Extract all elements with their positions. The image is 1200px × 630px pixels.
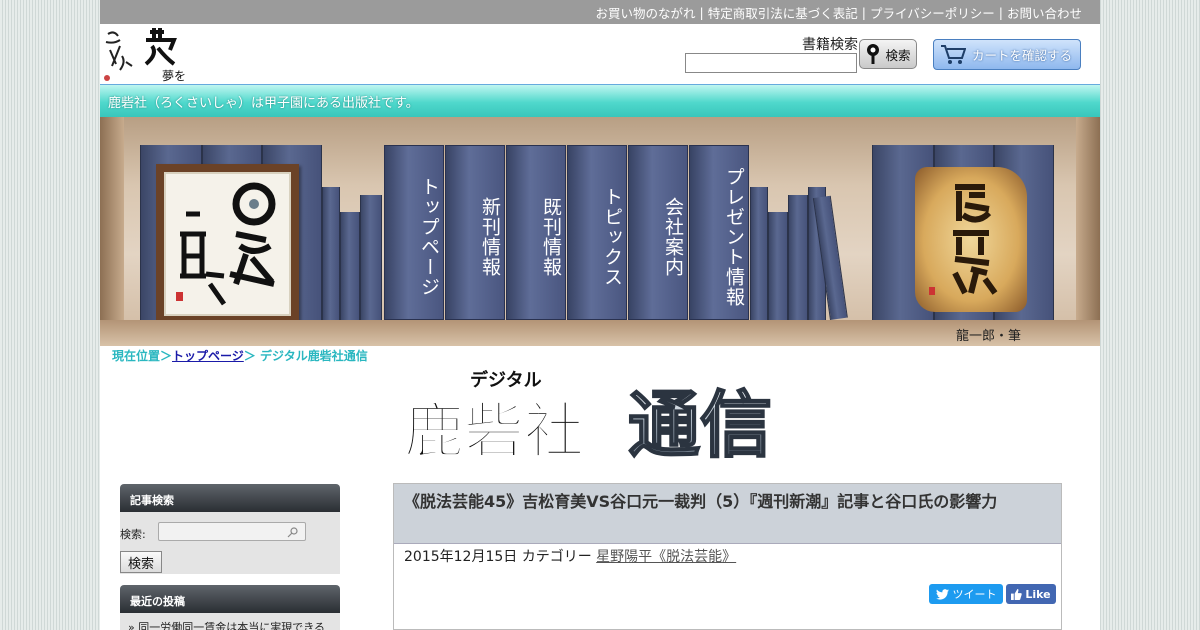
plaque-calligraphy-icon bbox=[929, 184, 998, 295]
shelf-side-right bbox=[1076, 117, 1100, 346]
book-search-button[interactable]: 検索 bbox=[859, 39, 917, 69]
calligrapher-credit: 龍一郎・筆 bbox=[956, 329, 1022, 344]
separator: | bbox=[699, 4, 704, 20]
shelf-side-left bbox=[100, 117, 124, 346]
book-search-input[interactable] bbox=[685, 53, 857, 73]
article-meta: 2015年12月15日 カテゴリー 星野陽平《脱法芸能》 bbox=[394, 544, 1061, 568]
article-category-label: カテゴリー bbox=[521, 549, 592, 565]
svg-text:鹿砦社: 鹿砦社 bbox=[404, 397, 584, 467]
article-card: 《脱法芸能45》吉松育美VS谷口元一裁判（5）『週刊新潮』記事と谷口氏の影響力 … bbox=[393, 483, 1062, 630]
breadcrumb-current: デジタル鹿砦社通信 bbox=[259, 349, 368, 363]
recent-post-link[interactable]: » 同一労働同一賃金は本当に実現できる bbox=[128, 619, 328, 630]
calligraphy-artwork-icon bbox=[176, 182, 276, 306]
separator: | bbox=[998, 4, 1003, 20]
top-utility-bar: お買い物のながれ | 特定商取引法に基づく表記 | プライバシーポリシー | お… bbox=[100, 0, 1100, 24]
sidebar-search-input[interactable] bbox=[158, 522, 306, 541]
view-cart-button[interactable]: カートを確認する bbox=[933, 39, 1081, 70]
like-label: Like bbox=[1025, 587, 1051, 601]
decor-book bbox=[360, 195, 382, 320]
book-search-label: 書籍検索 bbox=[802, 37, 858, 53]
shelf-board bbox=[100, 320, 1100, 346]
breadcrumb-separator: ＞ bbox=[243, 349, 256, 363]
svg-text:デジタル: デジタル bbox=[470, 369, 542, 391]
nav-backlist[interactable]: 既刊情報 bbox=[506, 145, 566, 320]
link-contact[interactable]: お問い合わせ bbox=[1007, 3, 1082, 22]
nav-present-info[interactable]: プレゼント情報 bbox=[689, 145, 749, 320]
link-shopping-flow[interactable]: お買い物のながれ bbox=[596, 3, 696, 22]
header: 夢を 書籍検索 検索 カートを確認する bbox=[100, 24, 1100, 84]
decor-book bbox=[788, 195, 808, 320]
calligraphy-paper bbox=[164, 172, 291, 316]
digital-rokusaisha-tsushin-banner: デジタル 鹿砦社 通信 bbox=[403, 369, 773, 467]
decor-book bbox=[322, 187, 340, 320]
calligraphy-logo[interactable]: 夢を bbox=[102, 26, 192, 84]
tweet-label: ツイート bbox=[952, 588, 997, 601]
decor-book bbox=[768, 212, 788, 320]
svg-text:夢を: 夢を bbox=[162, 69, 186, 83]
svg-text:通信: 通信 bbox=[628, 383, 772, 467]
wooden-name-plaque bbox=[915, 167, 1027, 312]
facebook-like-button[interactable]: Like bbox=[1006, 584, 1056, 604]
article-date: 2015年12月15日 bbox=[404, 549, 518, 565]
nav-new-releases[interactable]: 新刊情報 bbox=[445, 145, 505, 320]
article-title[interactable]: 《脱法芸能45》吉松育美VS谷口元一裁判（5）『週刊新潮』記事と谷口氏の影響力 bbox=[394, 484, 1061, 544]
tweet-button[interactable]: ツイート bbox=[929, 584, 1003, 604]
sidebar-search-button[interactable]: 検索 bbox=[120, 551, 162, 573]
nav-topics[interactable]: トピックス bbox=[567, 145, 627, 320]
link-legal-notice[interactable]: 特定商取引法に基づく表記 bbox=[708, 3, 858, 22]
nav-company-info[interactable]: 会社案内 bbox=[628, 145, 688, 320]
search-icon bbox=[287, 527, 298, 538]
book-search-button-label: 検索 bbox=[885, 47, 911, 63]
decor-book bbox=[340, 212, 360, 320]
site-tagline: 鹿砦社（ろくさいしゃ）は甲子園にある出版社です。 bbox=[100, 84, 1100, 117]
page: お買い物のながれ | 特定商取引法に基づく表記 | プライバシーポリシー | お… bbox=[100, 0, 1100, 630]
separator: | bbox=[861, 4, 866, 20]
framed-calligraphy bbox=[156, 164, 299, 324]
decor-book bbox=[750, 187, 768, 320]
shopping-cart-icon bbox=[941, 44, 966, 64]
thumbs-up-icon bbox=[1011, 588, 1023, 600]
breadcrumb-prefix: 現在位置＞ bbox=[112, 349, 173, 363]
breadcrumb-home-link[interactable]: トップページ bbox=[172, 349, 244, 363]
bookshelf-navigation: トップページ 新刊情報 既刊情報 トピックス 会社案内 プレゼント情報 龍一郎・… bbox=[100, 117, 1100, 346]
location-pin-icon bbox=[867, 44, 880, 64]
link-privacy-policy[interactable]: プライバシーポリシー bbox=[870, 3, 995, 22]
view-cart-label: カートを確認する bbox=[972, 48, 1073, 63]
breadcrumb: 現在位置＞トップページ＞ デジタル鹿砦社通信 bbox=[112, 347, 368, 364]
sidebar-search-label: 検索: bbox=[120, 528, 146, 541]
sidebar-search-header: 記事検索 bbox=[120, 484, 340, 512]
sidebar-recent-posts-header: 最近の投稿 bbox=[120, 585, 340, 613]
nav-top-page[interactable]: トップページ bbox=[384, 145, 444, 320]
twitter-bird-icon bbox=[935, 588, 949, 600]
article-category-link[interactable]: 星野陽平《脱法芸能》 bbox=[596, 549, 736, 565]
